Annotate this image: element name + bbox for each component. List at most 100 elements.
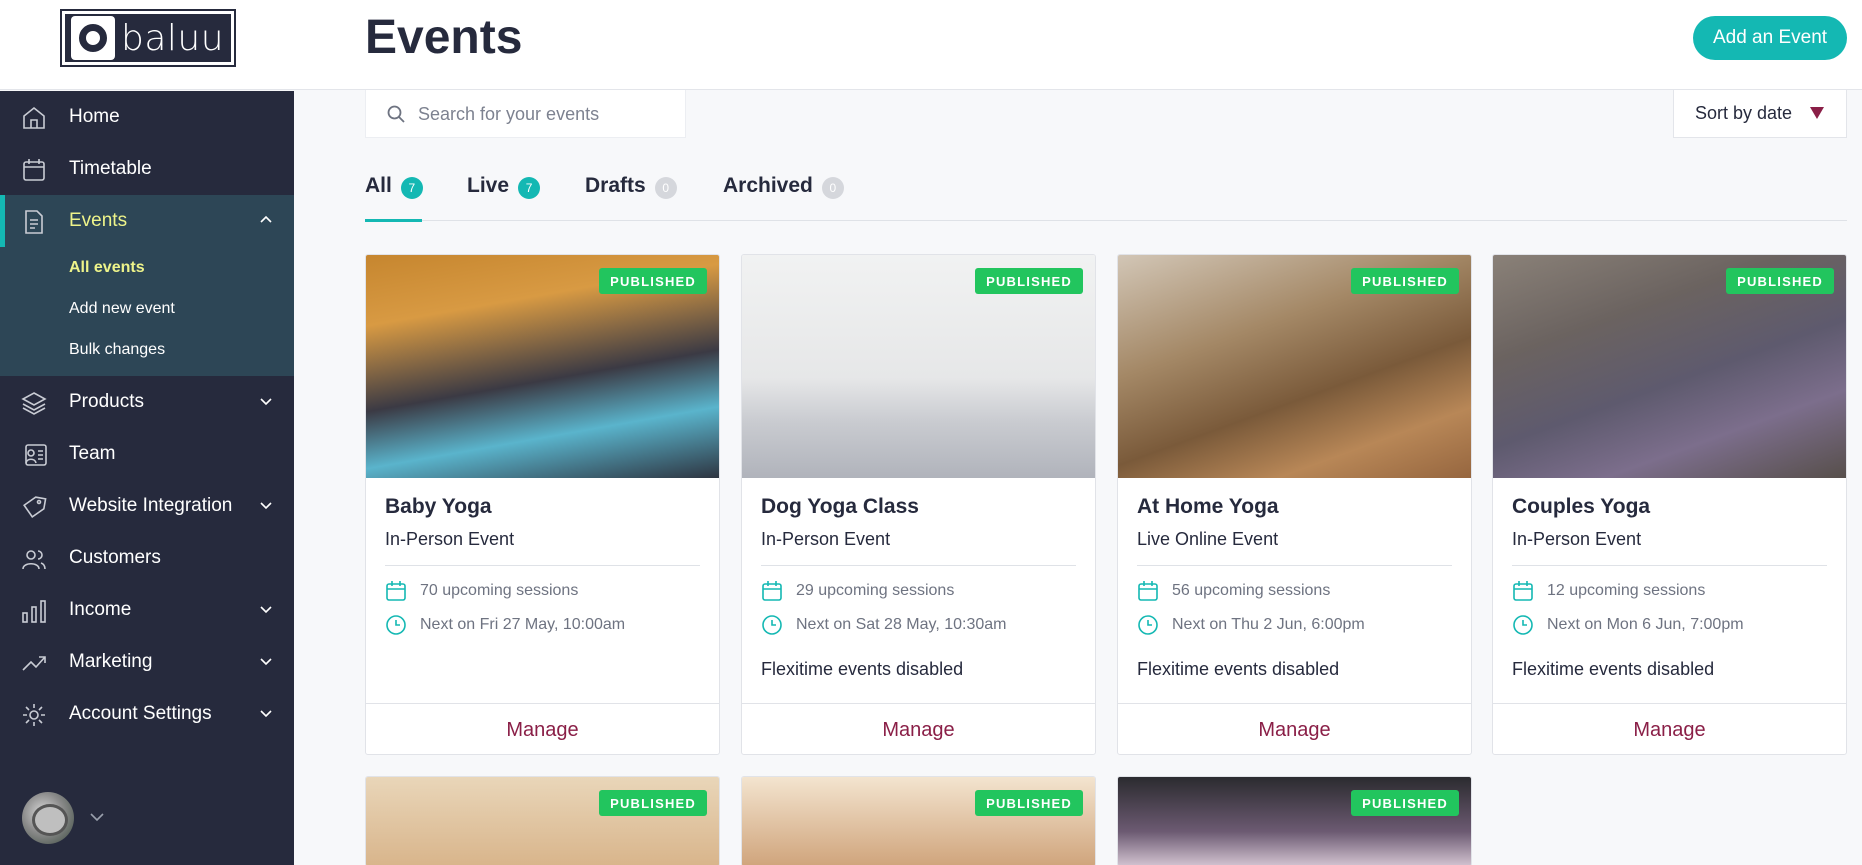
manage-button[interactable]: Manage bbox=[742, 703, 1095, 754]
tab-label: Drafts bbox=[585, 174, 646, 197]
sort-dropdown[interactable]: Sort by date bbox=[1673, 90, 1847, 138]
search-box bbox=[365, 90, 686, 138]
manage-button[interactable]: Manage bbox=[366, 703, 719, 754]
tag-icon bbox=[23, 496, 47, 518]
logo[interactable]: baluu bbox=[60, 9, 236, 67]
clock-icon bbox=[1513, 615, 1533, 635]
sidebar-item-events[interactable]: Events bbox=[0, 195, 294, 247]
sidebar-item-label: Events bbox=[69, 210, 128, 231]
caret-down-icon bbox=[1810, 107, 1824, 119]
sidebar-item-team[interactable]: Team bbox=[0, 428, 294, 480]
chevron-up-icon[interactable] bbox=[258, 212, 274, 228]
next-session-row: Next on Mon 6 Jun, 7:00pm bbox=[1512, 614, 1744, 636]
divider bbox=[761, 565, 1076, 566]
manage-button[interactable]: Manage bbox=[1118, 703, 1471, 754]
event-card[interactable]: PUBLISHED Couples Yoga In-Person Event 1… bbox=[1492, 254, 1847, 755]
status-badge: PUBLISHED bbox=[1351, 268, 1459, 294]
chevron-down-icon[interactable] bbox=[258, 601, 274, 617]
sidebar-item-income[interactable]: Income bbox=[0, 584, 294, 636]
upcoming-sessions: 70 upcoming sessions bbox=[420, 582, 579, 599]
add-event-button[interactable]: Add an Event bbox=[1693, 16, 1847, 60]
chevron-down-icon[interactable] bbox=[258, 653, 274, 669]
tab-live[interactable]: Live 7 bbox=[467, 166, 541, 221]
chevron-down-icon[interactable] bbox=[258, 497, 274, 513]
submenu-item-add-new-event[interactable]: Add new event bbox=[0, 288, 294, 329]
next-session-row: Next on Fri 27 May, 10:00am bbox=[385, 614, 625, 636]
tab-label: All bbox=[365, 174, 392, 197]
divider bbox=[385, 565, 700, 566]
event-type: Live Online Event bbox=[1137, 529, 1279, 549]
status-badge: PUBLISHED bbox=[599, 268, 707, 294]
clock-icon bbox=[762, 615, 782, 635]
chevron-down-icon[interactable] bbox=[88, 807, 106, 825]
calendar-icon bbox=[1513, 581, 1533, 601]
sidebar-item-timetable[interactable]: Timetable bbox=[0, 143, 294, 195]
next-session: Next on Mon 6 Jun, 7:00pm bbox=[1547, 616, 1744, 633]
trend-icon bbox=[22, 656, 46, 671]
status-badge: PUBLISHED bbox=[1351, 790, 1459, 816]
status-badge: PUBLISHED bbox=[975, 790, 1083, 816]
sidebar-item-label: Customers bbox=[69, 547, 161, 568]
event-card[interactable]: PUBLISHED Baby Yoga In-Person Event 70 u… bbox=[365, 254, 720, 755]
layers-icon bbox=[21, 392, 47, 415]
event-card[interactable]: PUBLISHED At Home Yoga Live Online Event… bbox=[1117, 254, 1472, 755]
sessions-row: 70 upcoming sessions bbox=[385, 580, 578, 602]
calendar-icon bbox=[23, 159, 45, 181]
tab-drafts[interactable]: Drafts 0 bbox=[585, 166, 677, 221]
sidebar-item-label: Marketing bbox=[69, 651, 153, 672]
divider bbox=[1137, 565, 1452, 566]
status-badge: PUBLISHED bbox=[975, 268, 1083, 294]
next-session: Next on Thu 2 Jun, 6:00pm bbox=[1172, 616, 1365, 633]
users-icon bbox=[22, 550, 46, 570]
next-session: Next on Fri 27 May, 10:00am bbox=[420, 616, 626, 633]
chevron-down-icon[interactable] bbox=[258, 705, 274, 721]
tab-all[interactable]: All 7 bbox=[365, 166, 423, 222]
tab-count-badge: 0 bbox=[821, 177, 844, 199]
event-card[interactable]: PUBLISHED Dog Yoga Class In-Person Event… bbox=[741, 254, 1096, 755]
sidebar-item-label: Income bbox=[69, 599, 132, 620]
calendar-icon bbox=[386, 581, 406, 601]
chevron-down-icon[interactable] bbox=[258, 393, 274, 409]
document-icon bbox=[25, 210, 43, 234]
sidebar: Home Timetable Events All events Add new… bbox=[0, 91, 294, 865]
event-card[interactable]: PUBLISHED bbox=[1117, 776, 1472, 865]
tab-archived[interactable]: Archived 0 bbox=[723, 166, 844, 221]
calendar-icon bbox=[762, 581, 782, 601]
event-title[interactable]: Couples Yoga bbox=[1512, 495, 1650, 519]
avatar[interactable] bbox=[22, 792, 74, 844]
event-type: In-Person Event bbox=[385, 529, 515, 549]
search-icon bbox=[387, 105, 405, 123]
sidebar-item-account-settings[interactable]: Account Settings bbox=[0, 688, 294, 740]
sidebar-item-label: Website Integration bbox=[69, 495, 233, 516]
sidebar-item-label: Account Settings bbox=[69, 703, 212, 724]
sidebar-item-products[interactable]: Products bbox=[0, 376, 294, 428]
submenu-item-bulk-changes[interactable]: Bulk changes bbox=[0, 329, 294, 370]
sidebar-item-label: Timetable bbox=[69, 158, 152, 179]
event-title[interactable]: Baby Yoga bbox=[385, 495, 492, 519]
sessions-row: 29 upcoming sessions bbox=[761, 580, 954, 602]
sidebar-item-label: Home bbox=[69, 106, 120, 127]
tab-count-badge: 7 bbox=[518, 177, 541, 199]
sidebar-item-home[interactable]: Home bbox=[0, 91, 294, 143]
event-card[interactable]: PUBLISHED bbox=[365, 776, 720, 865]
search-input[interactable] bbox=[418, 102, 678, 126]
sidebar-item-website-integration[interactable]: Website Integration bbox=[0, 480, 294, 532]
sessions-row: 12 upcoming sessions bbox=[1512, 580, 1705, 602]
sidebar-item-marketing[interactable]: Marketing bbox=[0, 636, 294, 688]
sort-label: Sort by date bbox=[1695, 103, 1793, 123]
upcoming-sessions: 12 upcoming sessions bbox=[1547, 582, 1706, 599]
status-badge: PUBLISHED bbox=[599, 790, 707, 816]
flexitime-status: Flexitime events disabled bbox=[1512, 659, 1715, 679]
event-title[interactable]: Dog Yoga Class bbox=[761, 495, 919, 519]
status-badge: PUBLISHED bbox=[1726, 268, 1834, 294]
next-session-row: Next on Sat 28 May, 10:30am bbox=[761, 614, 1006, 636]
event-card[interactable]: PUBLISHED bbox=[741, 776, 1096, 865]
sidebar-item-customers[interactable]: Customers bbox=[0, 532, 294, 584]
event-type: In-Person Event bbox=[1512, 529, 1642, 549]
upcoming-sessions: 56 upcoming sessions bbox=[1172, 582, 1331, 599]
home-icon bbox=[23, 106, 45, 129]
event-title[interactable]: At Home Yoga bbox=[1137, 495, 1279, 519]
submenu-item-all-events[interactable]: All events bbox=[0, 247, 294, 288]
id-card-icon bbox=[25, 444, 47, 466]
manage-button[interactable]: Manage bbox=[1493, 703, 1846, 754]
